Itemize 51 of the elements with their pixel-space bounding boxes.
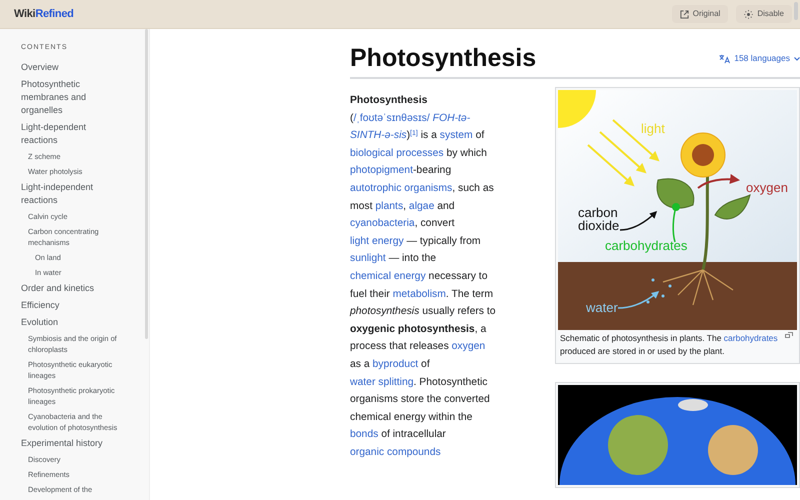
carbohydrates-label: carbohydrates <box>605 238 688 253</box>
toc-link[interactable]: Evolution <box>21 316 58 328</box>
text-link[interactable]: byproduct <box>372 358 418 370</box>
text-link[interactable]: cyanobacteria <box>350 218 415 230</box>
text-link[interactable]: carbohydrates <box>724 333 778 343</box>
text-link[interactable]: sunlight <box>350 253 386 264</box>
text-link[interactable]: bonds <box>350 429 378 440</box>
text-link[interactable]: organic compounds <box>350 446 441 458</box>
text-link[interactable]: light energy <box>350 236 404 247</box>
translate-icon <box>719 54 730 64</box>
text-link[interactable]: plants <box>375 200 404 212</box>
logo[interactable]: WikiRefined <box>14 6 74 22</box>
text-link[interactable]: FOH-tə- <box>432 112 470 124</box>
text-link[interactable]: system <box>440 130 473 142</box>
text-link[interactable]: algae <box>408 200 434 212</box>
text-link[interactable]: autotrophic organisms <box>350 182 452 194</box>
text-link[interactable]: metabolism <box>392 288 446 300</box>
toc-link[interactable]: Light-dependent reactions <box>21 120 117 146</box>
intro-paragraph: Photosynthesis (/ˌfoʊtəˈsɪnθəsɪs/ FOH-tə- SINTH-ə-sis)$^{[1]}$ is a system of biological processes by which photopigment-bearing autotrophic organisms, such as most plants, algae and cyanobacteria, convert light energy — typically from sunlight — into the chemical energy necessary to fuel their metabolism. The term photosynthesis usually refers to oxygenic photosynthesis, a process that releases oxygen as a byproduct of water splitting. Photosynthetic organisms store the converted chemical energy within the bonds of intracellular organic compounds <box>350 94 496 460</box>
page-title: Photosynthesis <box>350 43 536 73</box>
disable-button[interactable]: Disable <box>736 5 792 23</box>
carbon-dioxide-label: carbon dioxide <box>578 205 620 233</box>
text-link[interactable]: biological processes <box>350 148 444 159</box>
water-drops-drawing <box>646 278 672 304</box>
toc-link[interactable]: Overview <box>21 60 59 74</box>
water-label: water <box>586 300 618 315</box>
languages-link[interactable]: 158 languages <box>719 52 800 65</box>
sun-icon <box>744 10 754 18</box>
text-link[interactable]: oxygen <box>452 341 486 352</box>
enlarge-icon[interactable] <box>785 332 793 338</box>
water-arrow <box>618 291 660 309</box>
text-link[interactable]: /ˌfoʊtəˈsɪnθəsɪs/ <box>353 112 430 124</box>
oxygen-arrow <box>697 174 740 189</box>
toc-link[interactable]: Photosynthetic membranes and organelles <box>21 78 117 116</box>
original-button[interactable]: Original <box>672 5 728 23</box>
caret-icon <box>794 56 800 61</box>
figure-caption: Schematic of photosynthesis in plants. The carbohydrates produced are stored in or used by the plant. <box>558 330 797 361</box>
sun-drawing <box>558 90 596 128</box>
text-link[interactable]: water splitting <box>350 376 414 388</box>
carbon-dioxide-arrow <box>620 210 658 231</box>
toc-link[interactable]: Efficiency <box>21 298 60 312</box>
toc-link[interactable]: Experimental history <box>21 436 103 450</box>
oxygen-label: oxygen <box>746 180 788 195</box>
text-link[interactable]: chemical energy <box>350 270 426 282</box>
external-link-icon <box>680 10 689 18</box>
toc-link[interactable]: Light-independent reactions <box>21 180 117 206</box>
reference-link[interactable]: [1] <box>410 130 418 138</box>
text-link[interactable]: photopigment <box>350 165 413 176</box>
text-link[interactable]: SINTH-ə-sis <box>350 130 407 142</box>
toc-link[interactable]: Order and kinetics <box>21 282 94 294</box>
light-label: light <box>641 121 665 136</box>
